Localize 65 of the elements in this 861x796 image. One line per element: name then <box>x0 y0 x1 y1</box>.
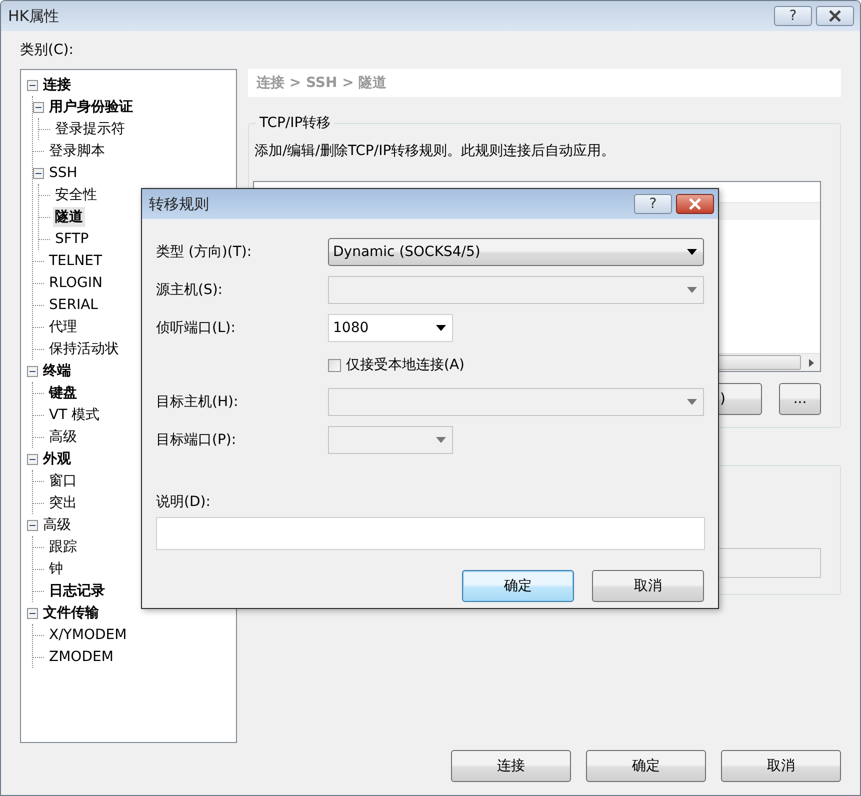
tree-item[interactable]: SFTP <box>53 230 91 248</box>
description-field[interactable] <box>156 517 705 550</box>
combo-field[interactable]: 1080 <box>328 314 453 342</box>
tree-item[interactable]: 跟踪 <box>47 537 79 557</box>
tree-item[interactable]: 终端 <box>41 361 73 381</box>
collapse-icon[interactable] <box>27 608 38 618</box>
tree-item[interactable]: 高级 <box>47 427 79 447</box>
close-icon <box>828 10 842 22</box>
help-button[interactable]: ? <box>774 6 812 26</box>
tree-item[interactable]: VT 模式 <box>47 405 102 425</box>
field-label: 目标主机(H): <box>156 393 240 411</box>
window-title: HK属性 <box>8 6 60 26</box>
checkbox[interactable] <box>328 358 341 372</box>
tree-item[interactable]: 突出 <box>47 493 79 513</box>
field-label: 侦听端口(L): <box>156 319 236 337</box>
help-button[interactable]: ? <box>634 194 672 214</box>
collapse-icon[interactable] <box>27 520 38 530</box>
close-button[interactable] <box>816 6 854 26</box>
breadcrumb: 连接 > SSH > 隧道 <box>248 69 841 97</box>
tree-item[interactable]: 键盘 <box>47 383 79 403</box>
checkbox-label: 仅接受本地连接(A) <box>346 356 465 374</box>
tree-item[interactable]: ZMODEM <box>47 648 116 666</box>
tree-item[interactable]: 用户身份验证 <box>47 97 135 117</box>
field-label: 源主机(S): <box>156 281 224 299</box>
tree-item[interactable]: 文件传输 <box>41 603 101 623</box>
dialog-button[interactable]: 确定 <box>462 570 574 602</box>
field-label: 目标端口(P): <box>156 431 238 449</box>
category-label: 类别(C): <box>20 41 74 60</box>
collapse-icon[interactable] <box>27 454 38 464</box>
footer-button[interactable]: 确定 <box>586 750 706 782</box>
dropdown-arrow-icon[interactable] <box>687 249 697 255</box>
tree-item[interactable]: 窗口 <box>47 471 79 491</box>
tree-item[interactable]: 保持活动状 <box>47 339 121 359</box>
field-label: 类型 (方向)(T): <box>156 243 253 261</box>
type-dropdown[interactable]: Dynamic (SOCKS4/5) <box>328 238 704 266</box>
tree-item[interactable]: RLOGIN <box>47 274 104 292</box>
tree-item[interactable]: 安全性 <box>53 185 99 205</box>
tree-item[interactable]: 日志记录 <box>47 581 107 601</box>
tree-item[interactable]: 高级 <box>41 515 73 535</box>
tree-item[interactable]: 连接 <box>41 75 73 95</box>
group-description: 添加/编辑/删除TCP/IP转移规则。此规则连接后自动应用。 <box>254 142 616 160</box>
tree-item[interactable]: 隧道 <box>53 207 85 227</box>
field-label: 说明(D): <box>156 493 212 511</box>
tree-item[interactable]: 登录提示符 <box>53 119 127 139</box>
collapse-icon[interactable] <box>27 80 38 90</box>
tree-item[interactable]: TELNET <box>47 252 104 270</box>
tree-item[interactable]: X/YMODEM <box>47 626 129 644</box>
collapse-icon[interactable] <box>27 366 38 376</box>
footer-button[interactable]: 取消 <box>721 750 841 782</box>
dialog-button[interactable]: 取消 <box>592 570 704 602</box>
tree-item[interactable]: 钟 <box>47 559 65 579</box>
footer-button[interactable]: 连接 <box>451 750 571 782</box>
collapse-icon[interactable] <box>33 168 44 178</box>
dialog-title: 转移规则 <box>149 194 210 214</box>
tree-item[interactable]: 代理 <box>47 317 79 337</box>
tree-item[interactable]: 登录脚本 <box>47 141 107 161</box>
more-button[interactable]: ... <box>779 383 821 415</box>
close-button[interactable] <box>676 194 714 214</box>
dropdown-arrow-icon[interactable] <box>436 325 446 331</box>
tree-item[interactable]: SSH <box>47 164 80 182</box>
group-title: TCP/IP转移 <box>258 114 332 132</box>
close-icon <box>688 198 702 210</box>
tree-item[interactable]: SERIAL <box>47 296 100 314</box>
tree-item[interactable]: 外观 <box>41 449 73 469</box>
collapse-icon[interactable] <box>33 102 44 112</box>
